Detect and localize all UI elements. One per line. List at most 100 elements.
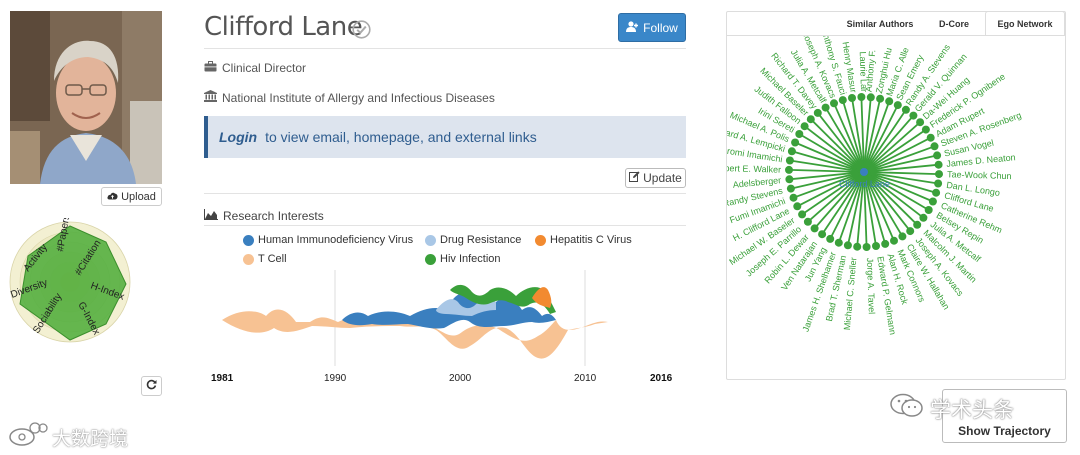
ego-coauthor-node[interactable] xyxy=(906,227,915,236)
ego-coauthor-node[interactable] xyxy=(901,105,910,114)
ego-coauthor-node[interactable] xyxy=(866,93,875,102)
ego-coauthor-node[interactable] xyxy=(933,151,942,160)
ego-coauthor-node[interactable] xyxy=(795,130,804,138)
upload-button[interactable]: Upload xyxy=(101,187,162,206)
tab-d-core[interactable]: D-Core xyxy=(922,11,986,36)
ego-coauthor-node[interactable] xyxy=(843,241,852,250)
axis-start-year: 1981 xyxy=(211,373,234,384)
ego-coauthor-node[interactable] xyxy=(791,138,800,147)
ego-coauthor-node[interactable] xyxy=(803,217,812,226)
watermark-right-text: 学术头条 xyxy=(930,399,1014,422)
position-row: Clinical Director xyxy=(204,61,306,75)
ego-coauthor-node[interactable] xyxy=(893,101,902,110)
ego-coauthor-node[interactable] xyxy=(857,93,866,101)
divider xyxy=(204,193,686,194)
axis-tick-2000: 2000 xyxy=(449,373,472,384)
ego-coauthor-node[interactable] xyxy=(898,232,907,241)
add-user-icon xyxy=(626,20,639,35)
cloud-upload-icon xyxy=(107,191,118,203)
ego-coauthor-node[interactable] xyxy=(785,165,793,174)
ego-coauthor-node[interactable] xyxy=(818,230,827,239)
ego-coauthor-node[interactable] xyxy=(821,103,830,112)
legend-swatch xyxy=(425,234,436,246)
ego-coauthor-node[interactable] xyxy=(876,94,885,103)
ego-coauthor-label[interactable]: Robert E. Walker xyxy=(727,163,781,175)
legend-label: Hepatitis C Virus xyxy=(550,234,632,246)
ego-coauthor-node[interactable] xyxy=(785,156,794,165)
watermark-left: 大数跨境 xyxy=(8,421,128,453)
legend-item[interactable]: Hiv Infection xyxy=(425,253,501,265)
ego-coauthor-node[interactable] xyxy=(785,175,794,184)
legend-swatch xyxy=(535,234,546,246)
ego-coauthor-node[interactable] xyxy=(872,242,880,250)
ego-coauthor-node[interactable] xyxy=(798,210,807,219)
ego-coauthor-node[interactable] xyxy=(793,202,802,211)
ego-coauthor-node[interactable] xyxy=(890,236,898,245)
weibo-icon xyxy=(8,421,48,453)
wechat-icon xyxy=(890,393,924,425)
ego-coauthor-node[interactable] xyxy=(806,115,815,124)
ego-coauthor-node[interactable] xyxy=(934,179,943,188)
ego-center-node xyxy=(860,168,868,176)
ego-coauthor-node[interactable] xyxy=(810,224,819,233)
legend-swatch xyxy=(243,234,254,246)
watermark-left-text: 大数跨境 xyxy=(52,428,129,450)
legend-item[interactable]: Hepatitis C Virus xyxy=(535,234,632,246)
tab-ego-network[interactable]: Ego Network xyxy=(985,11,1065,36)
ego-coauthor-node[interactable] xyxy=(881,239,890,248)
divider xyxy=(204,48,686,49)
ego-coauthor-label[interactable]: Jorge A. Tavel xyxy=(865,258,877,315)
ego-coauthor-node[interactable] xyxy=(919,213,928,222)
ego-coauthor-node[interactable] xyxy=(921,125,930,134)
ego-coauthor-node[interactable] xyxy=(934,160,943,169)
affiliation-text: National Institute of Allergy and Infect… xyxy=(222,90,495,105)
ego-coauthor-node[interactable] xyxy=(826,234,835,243)
verified-check-icon xyxy=(352,20,371,39)
ego-coauthor-node[interactable] xyxy=(838,96,847,105)
ego-coauthor-node[interactable] xyxy=(853,242,862,251)
ego-coauthor-node[interactable] xyxy=(834,238,843,247)
radar-chart: #Papers #Citation H-Index G-Index Sociab… xyxy=(9,218,131,343)
axis-end-year: 2016 xyxy=(650,373,673,384)
ego-coauthor-node[interactable] xyxy=(932,188,941,197)
follow-button[interactable]: Follow xyxy=(618,13,686,42)
legend-item[interactable]: Drug Resistance xyxy=(425,234,521,246)
ego-coauthor-node[interactable] xyxy=(916,118,925,127)
ego-coauthor-node[interactable] xyxy=(913,220,922,229)
research-interests-label: Research Interests xyxy=(223,209,324,223)
ego-coauthor-node[interactable] xyxy=(926,133,935,142)
legend-label: T Cell xyxy=(258,253,287,265)
ego-coauthor-node[interactable] xyxy=(787,147,796,156)
refresh-button[interactable] xyxy=(141,376,162,396)
legend-item[interactable]: Human Immunodeficiency Virus xyxy=(243,234,413,246)
ego-coauthor-node[interactable] xyxy=(930,142,939,151)
ego-coauthor-node[interactable] xyxy=(848,94,856,102)
ego-coauthor-node[interactable] xyxy=(830,99,838,108)
ego-coauthor-node[interactable] xyxy=(786,184,795,193)
ego-coauthor-node[interactable] xyxy=(909,111,918,120)
position-text: Clinical Director xyxy=(222,61,307,75)
ego-coauthor-node[interactable] xyxy=(885,97,894,106)
tab-similar-authors[interactable]: Similar Authors xyxy=(843,11,917,36)
area-chart-icon xyxy=(204,209,218,223)
research-interests-title: Research Interests xyxy=(204,209,324,223)
ego-coauthor-node[interactable] xyxy=(813,108,822,117)
ego-coauthor-node[interactable] xyxy=(928,197,937,206)
login-link[interactable]: Login xyxy=(219,129,257,145)
ego-coauthor-node[interactable] xyxy=(924,206,933,214)
upload-label: Upload xyxy=(121,190,156,203)
login-notice-text: to view email, homepage, and external li… xyxy=(265,129,537,145)
ego-coauthor-node[interactable] xyxy=(935,170,943,179)
ego-coauthor-node[interactable] xyxy=(862,243,871,251)
legend-swatch xyxy=(243,253,254,265)
legend-item[interactable]: T Cell xyxy=(243,253,287,265)
briefcase-icon xyxy=(204,61,217,75)
profile-name: Clifford Lane xyxy=(204,12,363,42)
ego-coauthor-node[interactable] xyxy=(789,193,798,202)
profile-photo xyxy=(10,11,162,184)
follow-label: Follow xyxy=(643,20,678,35)
update-button[interactable]: Update xyxy=(625,168,686,188)
ego-coauthor-node[interactable] xyxy=(800,122,809,131)
ego-coauthor-label[interactable]: Tae-Wook Chun xyxy=(947,169,1012,181)
show-trajectory-label: Show Trajectory xyxy=(958,424,1051,438)
